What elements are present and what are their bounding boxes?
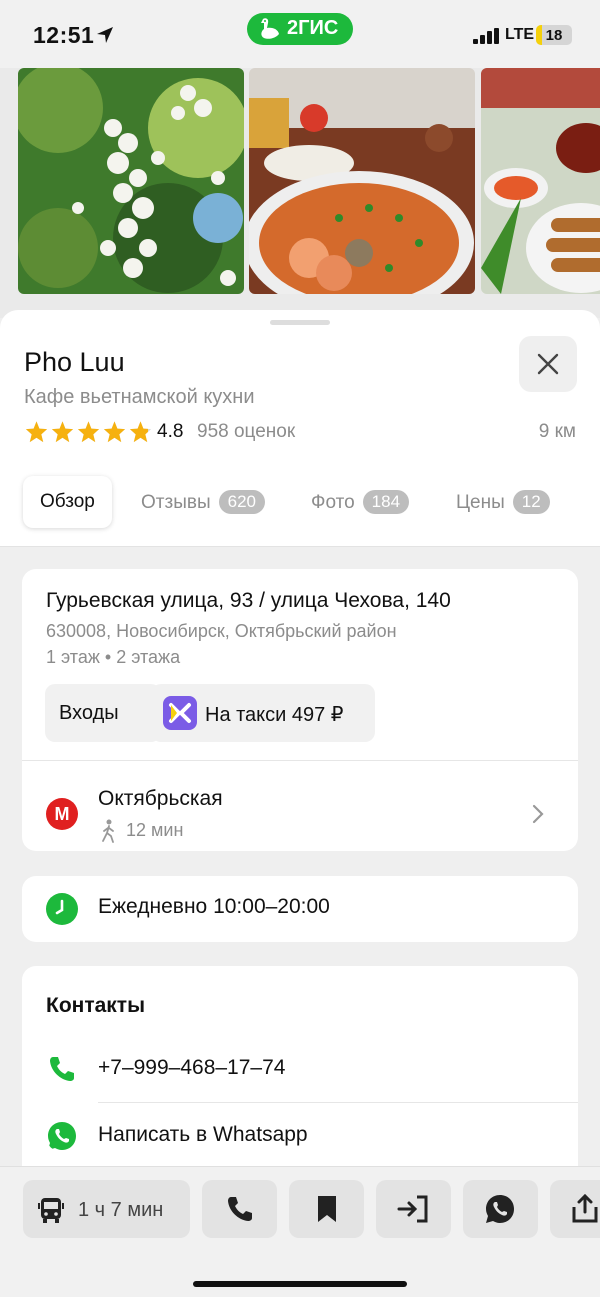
share-icon — [572, 1193, 598, 1223]
signal-icon — [473, 28, 499, 44]
tab-photos[interactable]: Фото 184 — [311, 476, 410, 528]
star-icon — [103, 421, 126, 443]
divider — [22, 760, 578, 761]
close-button[interactable] — [519, 336, 577, 392]
tab-badge: 12 — [512, 490, 550, 514]
bus-icon — [38, 1198, 64, 1223]
whatsapp-icon — [48, 1122, 76, 1150]
clock-icon — [46, 893, 78, 925]
star-icon — [25, 421, 48, 443]
tab-bar: Обзор Отзывы 620 Фото 184 Цены 12 — [0, 476, 600, 530]
battery-level: 18 — [545, 27, 563, 44]
taxi-label: На такси 497 ₽ — [205, 704, 344, 726]
tab-prices[interactable]: Цены 12 — [456, 476, 550, 528]
star-icon — [51, 421, 74, 443]
photo-gallery[interactable] — [0, 68, 600, 318]
metro-icon: M — [46, 798, 78, 830]
tab-label: Фото — [311, 492, 355, 513]
metro-station: Октябрьская — [98, 787, 223, 810]
phone-icon — [50, 1057, 74, 1081]
ratings-count[interactable]: 958 оценок — [197, 421, 295, 443]
divider — [98, 1102, 578, 1103]
whatsapp-label: Написать в Whatsapp — [98, 1123, 308, 1146]
entrance-button[interactable] — [376, 1180, 451, 1238]
enter-icon — [397, 1195, 428, 1223]
walk-icon — [102, 819, 114, 843]
star-icon — [129, 421, 152, 443]
place-name: Pho Luu — [24, 347, 125, 377]
tab-badge: 184 — [362, 490, 410, 514]
hours-text: Ежедневно 10:00–20:00 — [98, 895, 330, 918]
entrances-button[interactable]: Входы — [45, 684, 161, 742]
photo-1[interactable] — [18, 68, 244, 294]
tab-overview[interactable]: Обзор — [23, 476, 112, 528]
whatsapp-icon — [486, 1195, 514, 1223]
details-area: Гурьевская улица, 93 / улица Чехова, 140… — [0, 546, 600, 1181]
address-city: 630008, Новосибирск, Октябрьский район — [46, 621, 397, 641]
contacts-title: Контакты — [46, 994, 146, 1017]
phone-number: +7–999–468–17–74 — [98, 1056, 286, 1079]
home-indicator — [193, 1281, 407, 1287]
brand-logo: 2ГИС — [247, 13, 353, 45]
entrances-label: Входы — [59, 702, 119, 724]
photo-3[interactable] — [481, 68, 600, 294]
tab-label: Цены — [456, 492, 505, 513]
network-type: LTE — [505, 26, 535, 43]
call-button[interactable] — [202, 1180, 277, 1238]
brand-name: 2ГИС — [287, 17, 339, 39]
chevron-right-icon — [532, 804, 544, 824]
tab-label: Обзор — [40, 491, 95, 512]
walk-time: 12 мин — [126, 820, 184, 840]
taxi-button[interactable]: На такси 497 ₽ — [151, 684, 375, 742]
tab-reviews[interactable]: Отзывы 620 — [141, 476, 265, 528]
rating-stars — [24, 419, 154, 445]
phone-icon — [228, 1197, 252, 1221]
tab-label: Отзывы — [141, 492, 211, 513]
place-category: Кафе вьетнамской кухни — [24, 386, 255, 408]
bottom-action-bar: 1 ч 7 мин — [0, 1166, 600, 1297]
bookmark-button[interactable] — [289, 1180, 364, 1238]
close-icon — [537, 353, 559, 375]
share-button[interactable] — [550, 1180, 600, 1238]
sheet-grabber[interactable] — [270, 320, 330, 325]
location-arrow-icon — [97, 27, 113, 43]
rating-value: 4.8 — [157, 421, 184, 442]
route-button[interactable]: 1 ч 7 мин — [23, 1180, 190, 1238]
tab-badge: 620 — [218, 490, 265, 514]
address-floors: 1 этаж • 2 этажа — [46, 647, 181, 667]
address-street[interactable]: Гурьевская улица, 93 / улица Чехова, 140 — [46, 589, 451, 613]
photo-2[interactable] — [249, 68, 475, 294]
whatsapp-button[interactable] — [463, 1180, 538, 1238]
goose-icon — [261, 18, 279, 39]
address-card: Гурьевская улица, 93 / улица Чехова, 140… — [22, 569, 578, 851]
taxi-icon — [163, 696, 197, 730]
battery-indicator: 18 — [536, 25, 572, 45]
hours-card[interactable]: Ежедневно 10:00–20:00 — [22, 876, 578, 942]
contacts-card: Контакты +7–999–468–17–74 Написать в Wha… — [22, 966, 578, 1181]
route-time: 1 ч 7 мин — [78, 1199, 164, 1221]
status-bar: 12:51 2ГИС LTE 18 — [0, 0, 600, 68]
bookmark-icon — [318, 1196, 336, 1222]
status-time: 12:51 — [33, 22, 95, 48]
place-card-sheet: Pho Luu Кафе вьетнамской кухни 4.8 958 о… — [0, 310, 600, 1181]
star-icon — [77, 421, 100, 443]
distance: 9 км — [538, 421, 576, 442]
